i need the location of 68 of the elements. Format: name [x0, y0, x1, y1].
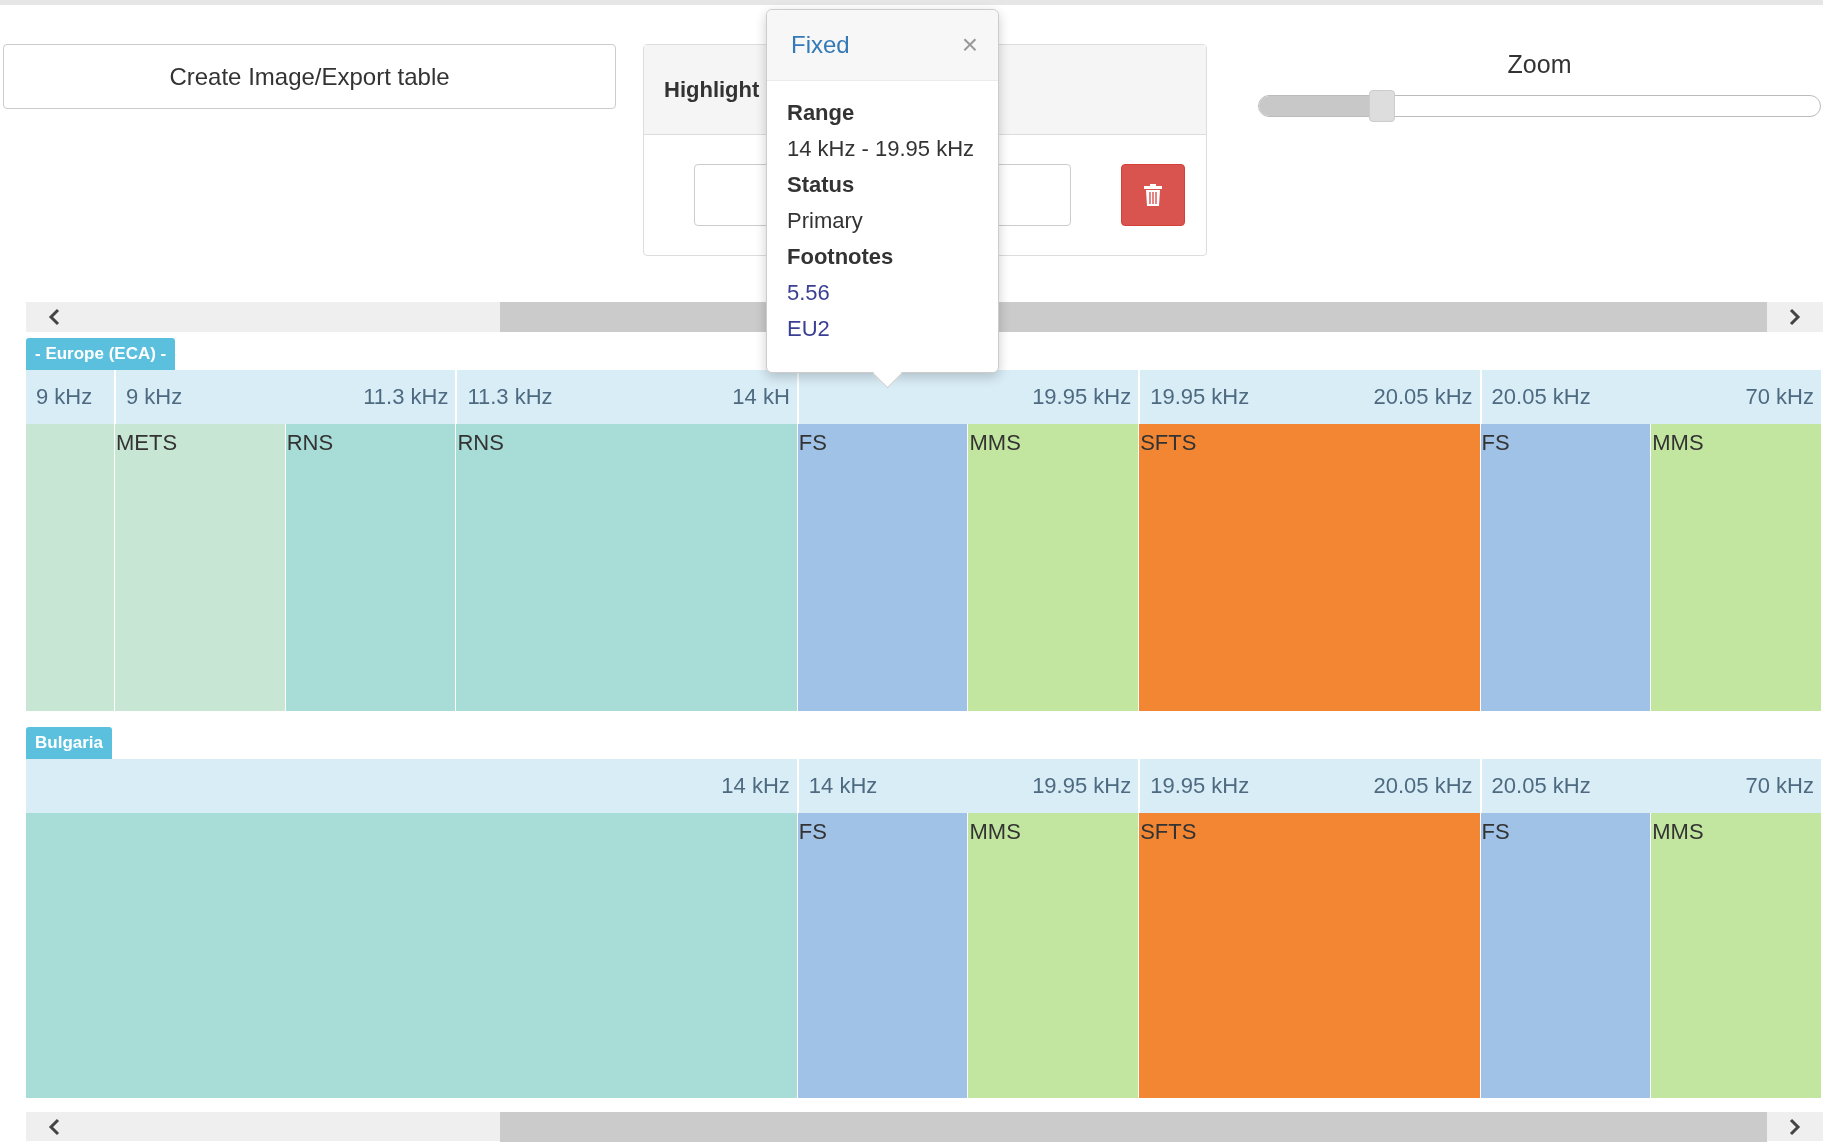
allocation-band[interactable]: RNS [284, 424, 456, 711]
frequency-label: 20.05 kHz [1373, 773, 1473, 799]
chevron-left-icon[interactable] [48, 1117, 60, 1136]
scrollbar-thumb[interactable] [500, 1111, 1767, 1142]
allocation-band[interactable]: MMS [967, 813, 1139, 1098]
field-label: Status [787, 171, 855, 199]
frequency-label: 19.95 kHz [1150, 384, 1250, 410]
zoom-slider[interactable] [1258, 90, 1821, 122]
delete-button[interactable] [1121, 164, 1185, 226]
frequency-label: 19.95 kHz [1032, 384, 1132, 410]
allocation-band[interactable]: FS [796, 424, 968, 711]
service-label: MMS [969, 430, 1021, 455]
frequency-label: 14 kH [732, 384, 790, 410]
panel-title: Highlight [664, 76, 760, 103]
field-value: Primary [787, 207, 863, 235]
allocation-band[interactable]: FS [1479, 424, 1651, 711]
section-tag: - Europe (ECA) - [26, 338, 176, 370]
field-label: Range [787, 99, 855, 127]
section-tag: Bulgaria [26, 727, 113, 759]
frequency-label: 19.95 kHz [1150, 773, 1250, 799]
frequency-label: 14 kHz [808, 773, 878, 799]
field-label: Footnotes [787, 243, 894, 271]
trash-icon [1143, 183, 1163, 207]
service-label: MMS [969, 819, 1021, 844]
allocation-band[interactable]: FS [796, 813, 968, 1098]
allocation-band[interactable]: SFTS [1138, 424, 1480, 711]
allocation-band[interactable] [26, 424, 114, 711]
service-label: FS [798, 430, 827, 455]
frequency-label: 20.05 kHz [1491, 384, 1591, 410]
frequency-label: 9 kHz [126, 384, 183, 410]
service-label: METS [116, 430, 178, 455]
chevron-right-icon[interactable] [1789, 308, 1801, 326]
service-label: MMS [1652, 819, 1704, 844]
allocation-band[interactable] [26, 813, 797, 1098]
service-label: MMS [1652, 430, 1704, 455]
frequency-label: 19.95 kHz [1032, 773, 1132, 799]
chevron-right-icon[interactable] [1789, 1117, 1801, 1136]
service-label: SFTS [1140, 819, 1197, 844]
allocation-band[interactable]: METS [114, 424, 285, 711]
frequency-label: 9 kHz [36, 384, 93, 410]
allocation-band[interactable]: RNS [455, 424, 797, 711]
allocation-band[interactable]: MMS [967, 424, 1139, 711]
footnote-link[interactable]: 5.56 [787, 275, 830, 311]
frequency-label: 70 kHz [1745, 384, 1814, 410]
service-label: FS [798, 819, 827, 844]
frequency-label: 14 kHz [721, 773, 790, 799]
service-label: FS [1481, 430, 1510, 455]
slider-thumb[interactable] [1368, 90, 1395, 122]
allocation-band[interactable]: FS [1479, 813, 1651, 1098]
popover-title: Fixed [791, 31, 850, 59]
export-button[interactable]: Create Image/Export table [3, 44, 616, 109]
frequency-label: 20.05 kHz [1491, 773, 1591, 799]
chevron-left-icon[interactable] [48, 308, 60, 326]
field-value: 14 kHz - 19.95 kHz [787, 135, 975, 163]
service-label: RNS [457, 430, 504, 455]
allocation-band[interactable]: MMS [1650, 813, 1821, 1098]
scrollbar[interactable] [26, 1112, 1823, 1141]
frequency-label: 11.3 kHz [467, 384, 553, 410]
service-label: SFTS [1140, 430, 1197, 455]
allocation-band[interactable]: MMS [1650, 424, 1821, 711]
frequency-label: 11.3 kHz [363, 384, 449, 410]
zoom-label: Zoom [1507, 50, 1572, 79]
allocation-band[interactable]: SFTS [1138, 813, 1480, 1098]
frequency-label: 70 kHz [1745, 773, 1814, 799]
service-label: RNS [286, 430, 334, 455]
service-label: FS [1481, 819, 1510, 844]
footnote-link[interactable]: EU2 [787, 311, 830, 347]
frequency-label: 20.05 kHz [1373, 384, 1473, 410]
